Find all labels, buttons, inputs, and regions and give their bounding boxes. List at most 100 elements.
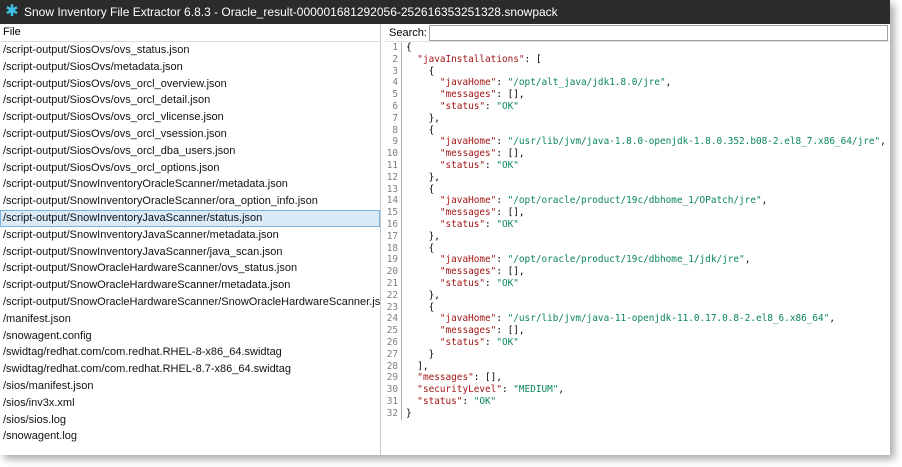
file-list-item[interactable]: /script-output/SiosOvs/ovs_orcl_options.… — [0, 160, 380, 177]
file-list-item[interactable]: /script-output/SnowOracleHardwareScanner… — [0, 260, 380, 277]
line-number: 5 — [392, 89, 398, 101]
gutter — [401, 124, 404, 137]
code-line: 30 "securityLevel": "MEDIUM", — [385, 384, 890, 396]
code-line: 13 { — [385, 183, 890, 196]
code-text: }, — [406, 112, 440, 124]
code-line: 20 "messages": [], — [385, 266, 890, 278]
gutter — [401, 277, 404, 290]
gutter — [401, 313, 404, 326]
gutter — [401, 384, 404, 396]
code-line: 31 "status": "OK" — [385, 395, 890, 408]
json-viewer[interactable]: 1{2 "javaInstallations": [3 {4 "javaHome… — [385, 42, 890, 455]
gutter — [401, 395, 404, 408]
code-line: 26 "status": "OK" — [385, 336, 890, 349]
code-text: } — [406, 348, 435, 360]
gutter — [401, 348, 404, 361]
file-list-item[interactable]: /script-output/SiosOvs/ovs_orcl_dba_user… — [0, 143, 380, 160]
search-input[interactable] — [428, 24, 888, 41]
code-text: "javaHome": "/usr/lib/jvm/java-11-openjd… — [439, 313, 836, 325]
code-line: 16 "status": "OK" — [385, 218, 890, 231]
code-line: 7 }, — [385, 112, 890, 125]
file-list-item[interactable]: /script-output/SiosOvs/ovs_orcl_vlicense… — [0, 109, 380, 126]
file-list-item[interactable]: /sios/sios.log — [0, 412, 380, 429]
file-list-item[interactable]: /sios/inv3x.xml — [0, 395, 380, 412]
gutter — [401, 218, 404, 231]
gutter — [401, 89, 404, 101]
search-label: Search: — [389, 26, 427, 39]
code-text: "javaHome": "/opt/oracle/product/19c/dbh… — [439, 254, 751, 266]
code-line: 22 }, — [385, 289, 890, 302]
code-line: 24 "javaHome": "/usr/lib/jvm/java-11-ope… — [385, 313, 890, 326]
code-text: { — [406, 301, 435, 313]
code-line: 8 { — [385, 124, 890, 137]
file-list-item[interactable]: /script-output/SnowInventoryJavaScanner/… — [0, 209, 380, 227]
code-line: 4 "javaHome": "/opt/alt_java/jdk1.8.0/jr… — [385, 77, 890, 90]
line-number: 7 — [392, 112, 398, 124]
code-text: ], — [406, 360, 429, 372]
content-panel: Search: 1{2 "javaInstallations": [3 {4 "… — [385, 24, 890, 455]
line-number: 26 — [386, 336, 398, 348]
code-line: 14 "javaHome": "/opt/oracle/product/19c/… — [385, 195, 890, 208]
file-list-item[interactable]: /script-output/SnowOracleHardwareScanner… — [0, 294, 380, 311]
title-bar: ✱ Snow Inventory File Extractor 6.8.3 - … — [0, 0, 890, 24]
code-text: "status": "OK" — [417, 395, 497, 407]
line-number: 15 — [386, 207, 398, 219]
code-line: 6 "status": "OK" — [385, 100, 890, 113]
line-number: 10 — [386, 148, 398, 160]
code-text: { — [406, 65, 435, 77]
line-number: 31 — [386, 395, 398, 407]
code-text: "securityLevel": "MEDIUM", — [417, 384, 565, 396]
line-number: 2 — [392, 53, 398, 65]
line-number: 19 — [386, 254, 398, 266]
gutter — [401, 301, 404, 314]
file-list-item[interactable]: /script-output/SiosOvs/ovs_orcl_vsession… — [0, 126, 380, 143]
line-number: 23 — [386, 301, 398, 313]
file-list-item[interactable]: /sios/manifest.json — [0, 378, 380, 395]
file-list-item[interactable]: /swidtag/redhat.com/com.redhat.RHEL-8.7-… — [0, 361, 380, 378]
code-line: 25 "messages": [], — [385, 325, 890, 337]
file-list-item[interactable]: /script-output/SnowOracleHardwareScanner… — [0, 277, 380, 294]
code-line: 28 ], — [385, 360, 890, 373]
file-list-item[interactable]: /snowagent.log — [0, 428, 380, 445]
line-number: 16 — [386, 218, 398, 230]
snowflake-icon: ✱ — [5, 3, 19, 20]
file-list-item[interactable]: /script-output/SiosOvs/ovs_status.json — [0, 42, 380, 59]
file-list-item[interactable]: /script-output/SnowInventoryOracleScanne… — [0, 193, 380, 210]
file-list: /script-output/SiosOvs/ovs_status.json/s… — [0, 42, 380, 445]
code-line: 12 }, — [385, 171, 890, 184]
window-title: Snow Inventory File Extractor 6.8.3 - Or… — [24, 5, 558, 19]
line-number: 32 — [386, 407, 398, 419]
gutter — [401, 372, 404, 385]
line-number: 13 — [386, 183, 398, 195]
code-line: 3 { — [385, 65, 890, 78]
line-number: 8 — [392, 124, 398, 136]
file-list-item[interactable]: /manifest.json — [0, 311, 380, 328]
line-number: 24 — [386, 313, 398, 325]
file-list-item[interactable]: /script-output/SiosOvs/metadata.json — [0, 59, 380, 76]
code-line: 15 "messages": [], — [385, 207, 890, 219]
file-list-item[interactable]: /script-output/SnowInventoryJavaScanner/… — [0, 244, 380, 261]
code-line: 1{ — [385, 42, 890, 54]
gutter — [401, 254, 404, 267]
file-list-item[interactable]: /script-output/SnowInventoryOracleScanne… — [0, 176, 380, 193]
file-column-header[interactable]: File — [0, 24, 380, 42]
code-line: 18 { — [385, 242, 890, 255]
file-list-item[interactable]: /swidtag/redhat.com/com.redhat.RHEL-8-x8… — [0, 344, 380, 361]
gutter — [401, 207, 404, 219]
file-list-item[interactable]: /script-output/SnowInventoryJavaScanner/… — [0, 227, 380, 244]
file-list-item[interactable]: /script-output/SiosOvs/ovs_orcl_detail.j… — [0, 92, 380, 109]
gutter — [401, 266, 404, 278]
gutter — [401, 195, 404, 208]
code-text: }, — [406, 289, 440, 301]
line-number: 1 — [392, 42, 398, 53]
code-text: "messages": [], — [417, 372, 502, 384]
line-number: 14 — [386, 195, 398, 207]
file-list-item[interactable]: /snowagent.config — [0, 328, 380, 345]
code-text: "status": "OK" — [439, 277, 519, 289]
code-text: "status": "OK" — [439, 336, 519, 348]
file-list-item[interactable]: /script-output/SiosOvs/ovs_orcl_overview… — [0, 76, 380, 93]
line-number: 30 — [386, 384, 398, 396]
line-number: 6 — [392, 100, 398, 112]
line-number: 17 — [386, 230, 398, 242]
code-text: { — [406, 42, 412, 53]
